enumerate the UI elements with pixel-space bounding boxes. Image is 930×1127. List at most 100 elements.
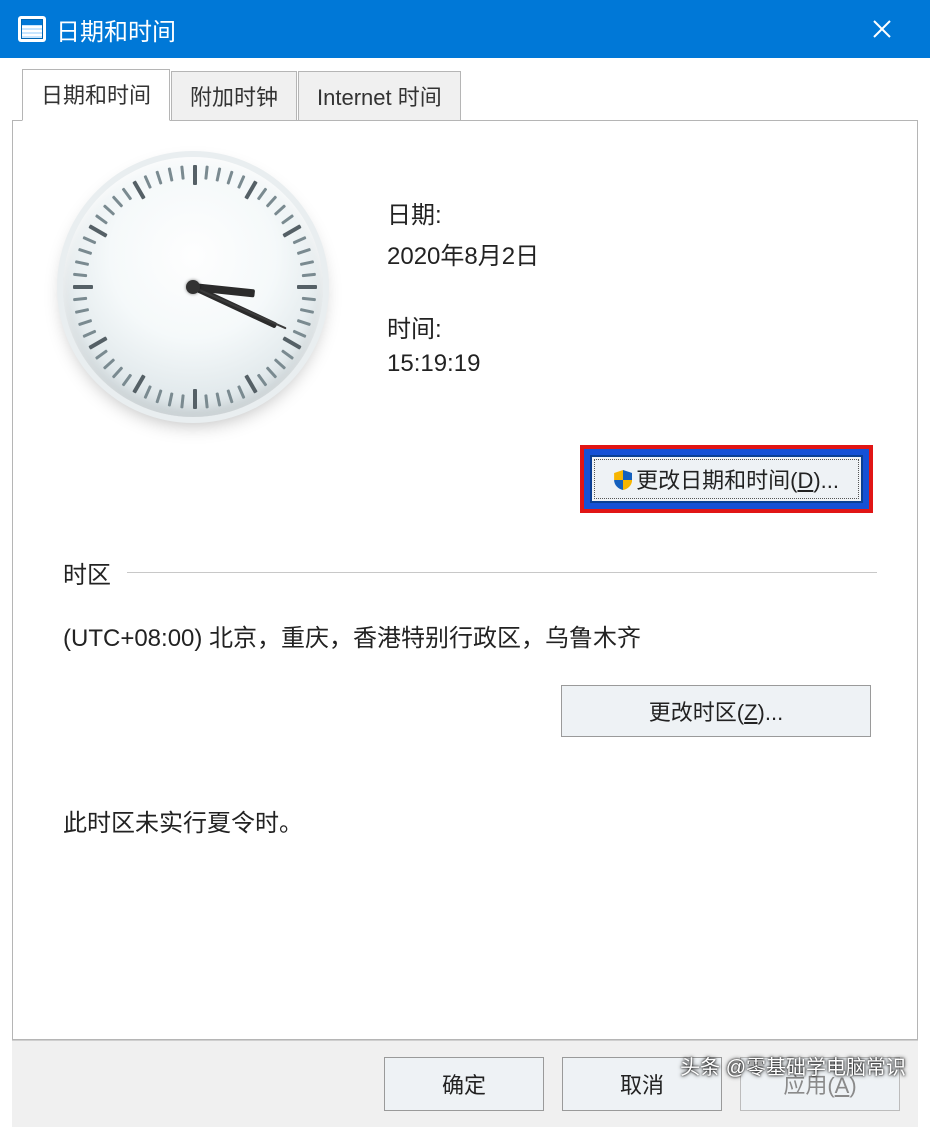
clock-tick [180,394,184,408]
clock-tick [193,389,197,409]
time-label: 时间: [387,309,539,344]
datetime-row: 日期: 2020年8月2日 时间: 15:19:19 [63,157,877,427]
clock-tick [257,187,268,200]
clock-tick [282,336,301,349]
clock-tick [281,214,294,225]
clock-tick [155,389,162,403]
clock-tick [244,374,257,393]
apply-button[interactable]: 应用(A) [740,1057,900,1111]
timezone-divider [127,572,877,573]
tab-datetime[interactable]: 日期和时间 [22,69,170,121]
clock-tick [112,195,124,207]
clock-tick [281,349,294,360]
clock-tick [274,204,286,216]
dst-note: 此时区未实行夏令时。 [63,803,877,838]
dialog-body: 日期和时间 附加时钟 Internet 时间 日期: 2020年8月2日 [0,58,930,1100]
change-timezone-label-a: 更改时区( [649,700,744,725]
clock-tick [132,374,145,393]
tab-additional-clocks[interactable]: 附加时钟 [171,71,297,121]
clock-tick [112,366,124,378]
clock-tick [274,358,286,370]
datetime-info: 日期: 2020年8月2日 时间: 15:19:19 [387,157,539,416]
clock-tick [103,204,115,216]
date-value: 2020年8月2日 [387,236,539,271]
clock-tick [103,358,115,370]
clock-tick [168,167,174,181]
timezone-value: (UTC+08:00) 北京，重庆，香港特别行政区，乌鲁木齐 [63,618,877,653]
clock-tick [226,389,233,403]
clock-tick [300,308,314,314]
clock-tick [95,349,108,360]
apply-label-b: ) [849,1073,856,1098]
highlight-box: 更改日期和时间(D)... [580,445,873,513]
clock-tick [302,273,316,277]
clock-tick [204,166,208,180]
change-datetime-button[interactable]: 更改日期和时间(D)... [590,455,863,503]
cancel-button[interactable]: 取消 [562,1057,722,1111]
change-timezone-hotkey: Z [744,700,757,725]
clock-tick [144,385,152,399]
clock-tick [237,385,245,399]
apply-hotkey: A [835,1073,850,1098]
timezone-header-label: 时区 [63,555,111,590]
tab-strip: 日期和时间 附加时钟 Internet 时间 [22,71,918,121]
analog-clock [63,157,333,427]
clock-tick [180,166,184,180]
change-timezone-button[interactable]: 更改时区(Z)... [561,685,871,737]
clock-tick [226,171,233,185]
clock-tick [293,330,307,338]
clock-tick [168,392,174,406]
clock-tick [88,336,107,349]
window-title: 日期和时间 [56,12,842,47]
change-datetime-wrap: 更改日期和时间(D)... [63,445,877,513]
clock-tick [215,392,221,406]
clock-tick [257,373,268,386]
clock-tick [215,167,221,181]
clock-tick [82,330,96,338]
clock-tick [266,366,278,378]
change-datetime-hotkey: D [797,468,813,493]
date-label: 日期: [387,195,539,230]
clock-tick [73,297,87,301]
tab-internet-time[interactable]: Internet 时间 [298,71,461,121]
clock-tick [300,260,314,266]
clock-tick [132,180,145,199]
clock-tick [266,195,278,207]
clock-tick [88,224,107,237]
clock-tick [95,214,108,225]
clock-tick [244,180,257,199]
clock-tick [122,187,133,200]
clock-tick [193,165,197,185]
clock-tick [75,308,89,314]
clock-tick [282,224,301,237]
timezone-header: 时区 [63,555,877,590]
clock-tick [73,273,87,277]
change-datetime-label-b: )... [813,468,839,493]
change-timezone-label-b: )... [758,700,784,725]
clock-tick [75,260,89,266]
uac-shield-icon [614,470,632,490]
clock-tick [122,373,133,386]
dialog-button-bar: 确定 取消 应用(A) [12,1040,918,1127]
clock-center [186,280,200,294]
clock-tick [297,319,311,326]
clock-tick [293,236,307,244]
time-value: 15:19:19 [387,350,539,378]
close-icon [872,19,892,39]
clock-tick [78,248,92,255]
clock-tick [297,248,311,255]
ok-button[interactable]: 确定 [384,1057,544,1111]
change-datetime-label-a: 更改日期和时间( [636,468,797,493]
clock-tick [82,236,96,244]
clock-tick [155,171,162,185]
datetime-icon [18,16,46,42]
tab-panel-datetime: 日期: 2020年8月2日 时间: 15:19:19 更改日期和时间(D)...… [12,120,918,1040]
clock-tick [297,285,317,289]
clock-tick [73,285,93,289]
close-button[interactable] [842,0,922,58]
clock-tick [78,319,92,326]
clock-tick [237,175,245,189]
clock-tick [302,297,316,301]
clock-tick [144,175,152,189]
apply-label-a: 应用( [783,1073,834,1098]
